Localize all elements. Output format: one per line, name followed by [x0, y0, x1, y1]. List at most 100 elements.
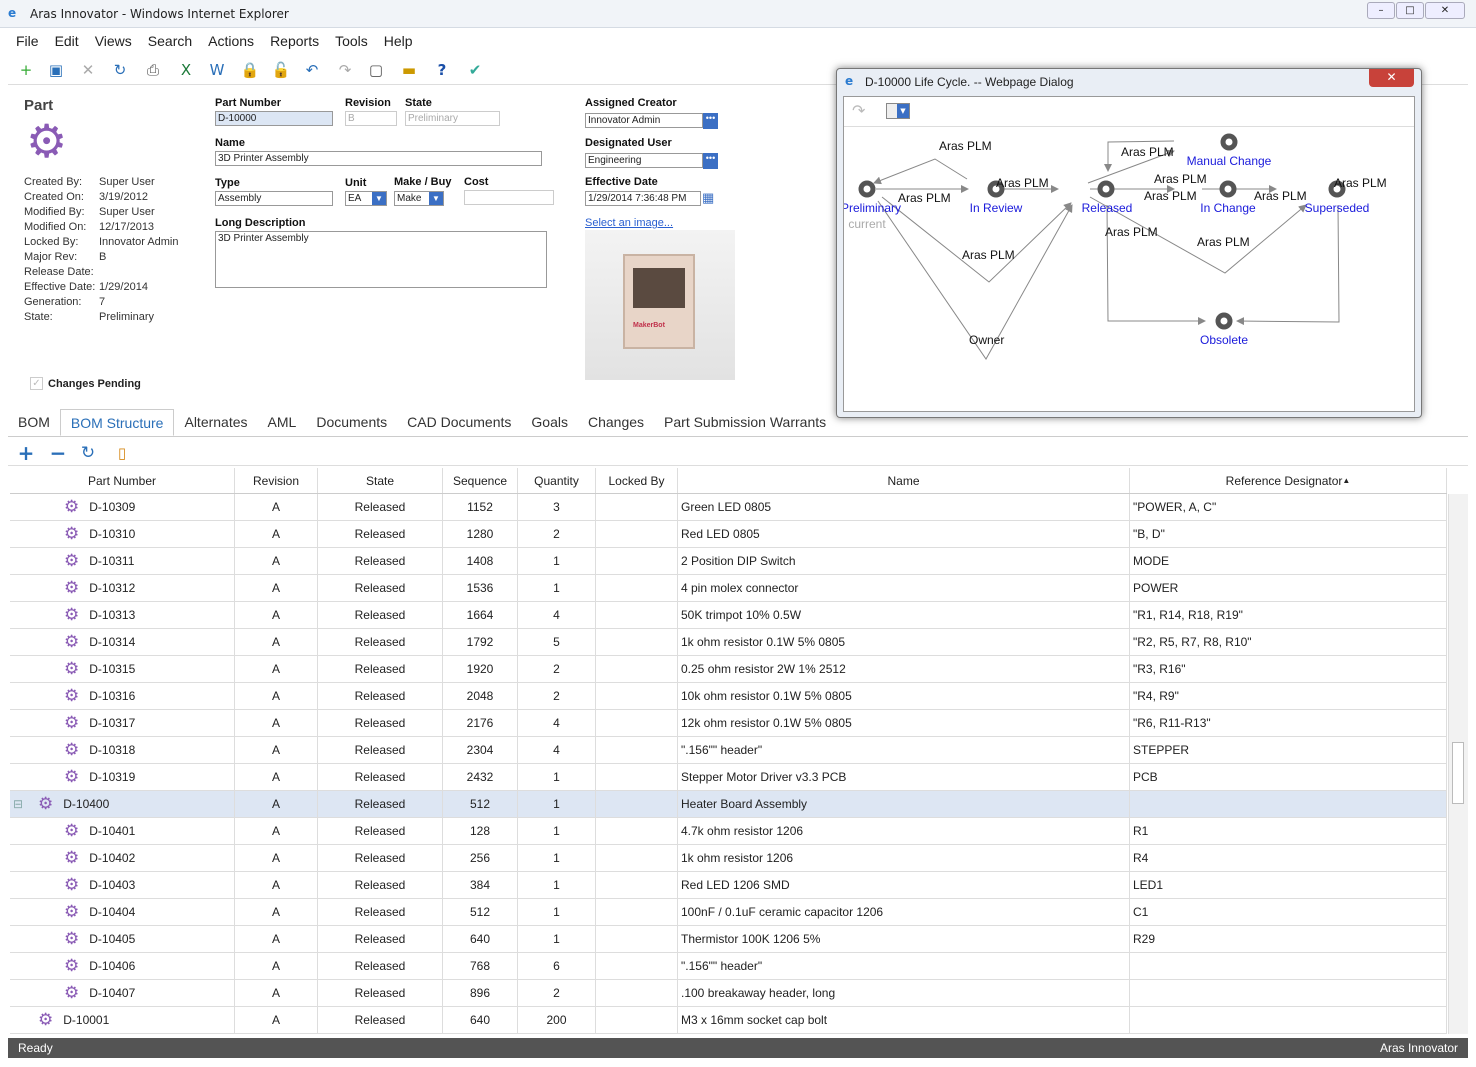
state-node-in-change[interactable]	[1219, 180, 1237, 198]
table-row[interactable]: ⚙ D-10404 A Released 512 1 100nF / 0.1uF ceram…	[10, 899, 1447, 926]
table-row[interactable]: ⚙ D-10313 A Released 1664 4 50K trimpot 10% 0.…	[10, 602, 1447, 629]
column-header-sequence[interactable]: Sequence	[443, 468, 518, 493]
unlock-icon[interactable]: 🔓	[271, 60, 291, 80]
grid-scrollbar[interactable]	[1448, 494, 1468, 1034]
table-row[interactable]: ⚙ D-10406 A Released 768 6 ".156"" header"	[10, 953, 1447, 980]
name-input[interactable]: 3D Printer Assembly	[215, 151, 542, 166]
table-row[interactable]: ⚙ D-10314 A Released 1792 5 1k ohm resistor 0.…	[10, 629, 1447, 656]
refresh-icon[interactable]: ↻	[110, 60, 130, 80]
done-icon[interactable]: ✔	[465, 60, 485, 80]
close-button[interactable]: ✕	[1425, 2, 1465, 19]
column-header-quantity[interactable]: Quantity	[518, 468, 596, 493]
tab-aml[interactable]: AML	[258, 409, 307, 436]
type-input[interactable]: Assembly	[215, 191, 333, 206]
table-row[interactable]: ⚙ D-10401 A Released 128 1 4.7k ohm resistor 1…	[10, 818, 1447, 845]
toggle-pane-icon[interactable]: ▬	[399, 60, 419, 80]
assigned-creator-input[interactable]: Innovator Admin	[585, 113, 703, 128]
table-row[interactable]: ⚙ D-10402 A Released 256 1 1k ohm resistor 120…	[10, 845, 1447, 872]
table-row[interactable]: ⚙ D-10319 A Released 2432 1 Stepper Motor Driv…	[10, 764, 1447, 791]
tab-bom[interactable]: BOM	[8, 409, 60, 436]
table-row[interactable]: ⚙ D-10403 A Released 384 1 Red LED 1206 SMD LED…	[10, 872, 1447, 899]
column-header-locked-by[interactable]: Locked By	[596, 468, 678, 493]
undo-icon[interactable]: ↶	[302, 60, 322, 80]
scrollbar-thumb[interactable]	[1452, 742, 1464, 804]
designated-user-input[interactable]: Engineering	[585, 153, 703, 168]
menu-actions[interactable]: Actions	[200, 30, 262, 54]
table-row[interactable]: ⚙ D-10309 A Released 1152 3 Green LED 0805 "POW…	[10, 494, 1447, 521]
long-description-textarea[interactable]: 3D Printer Assembly	[215, 231, 547, 288]
menu-file[interactable]: File	[8, 30, 47, 54]
menu-help[interactable]: Help	[376, 30, 421, 54]
state-node-obsolete[interactable]	[1215, 312, 1233, 330]
pick-item-icon[interactable]: ▯	[112, 443, 132, 463]
menu-edit[interactable]: Edit	[47, 30, 87, 54]
table-row[interactable]: ⚙ D-10310 A Released 1280 2 Red LED 0805 "B, D"	[10, 521, 1447, 548]
state-label-superseded[interactable]: Superseded	[1305, 201, 1370, 215]
table-row[interactable]: ⚙ D-10317 A Released 2176 4 12k ohm resistor 0…	[10, 710, 1447, 737]
tab-documents[interactable]: Documents	[306, 409, 397, 436]
menu-tools[interactable]: Tools	[327, 30, 376, 54]
state-node-released[interactable]	[1097, 180, 1115, 198]
cost-input[interactable]	[464, 190, 554, 205]
tab-cad-documents[interactable]: CAD Documents	[397, 409, 521, 436]
table-row[interactable]: ⚙ D-10405 A Released 640 1 Thermistor 100K 120…	[10, 926, 1447, 953]
tab-changes[interactable]: Changes	[578, 409, 654, 436]
minimize-button[interactable]: –	[1367, 2, 1395, 19]
word-icon[interactable]: W	[207, 60, 227, 80]
state-label-released[interactable]: Released	[1082, 201, 1133, 215]
table-row[interactable]: ⊟ ⚙ D-10400 A Released 512 1 Heater Board Assem…	[10, 791, 1447, 818]
tab-goals[interactable]: Goals	[521, 409, 578, 436]
changes-pending-checkbox[interactable]: ✓	[30, 377, 43, 390]
state-label-preliminary[interactable]: Preliminary	[844, 201, 901, 215]
tab-bom-structure[interactable]: BOM Structure	[59, 409, 175, 436]
menu-search[interactable]: Search	[140, 30, 200, 54]
state-label-manual-change[interactable]: Manual Change	[1187, 154, 1272, 168]
dialog-close-button[interactable]: ✕	[1369, 69, 1414, 87]
table-row[interactable]: ⚙ D-10316 A Released 2048 2 10k ohm resistor 0…	[10, 683, 1447, 710]
lock-icon[interactable]: 🔒	[240, 60, 260, 80]
print-icon[interactable]: ⎙	[143, 60, 163, 80]
refresh-grid-icon[interactable]: ↻	[78, 443, 98, 463]
tab-part-submission-warrants[interactable]: Part Submission Warrants	[654, 409, 836, 436]
unit-select[interactable]: EA ▼	[345, 191, 387, 206]
state-node-preliminary[interactable]	[858, 180, 876, 198]
add-row-icon[interactable]: +	[16, 443, 36, 463]
effective-date-input[interactable]: 1/29/2014 7:36:48 PM	[585, 191, 701, 206]
cell-state: Released	[318, 953, 443, 979]
column-header-state[interactable]: State	[318, 468, 443, 493]
table-row[interactable]: ⚙ D-10001 A Released 640 200 M3 x 16mm socket …	[10, 1007, 1447, 1034]
state-node-manual-change[interactable]	[1220, 133, 1238, 151]
cell-locked	[596, 1007, 678, 1033]
excel-icon[interactable]: X	[176, 60, 196, 80]
make-buy-select[interactable]: Make ▼	[394, 191, 444, 206]
assigned-creator-picker-button[interactable]: •••	[703, 113, 718, 129]
state-label-obsolete[interactable]: Obsolete	[1200, 333, 1248, 347]
column-header-reference-designator[interactable]: Reference Designator ▲	[1130, 468, 1447, 493]
table-row[interactable]: ⚙ D-10312 A Released 1536 1 4 pin molex connec…	[10, 575, 1447, 602]
menu-views[interactable]: Views	[87, 30, 140, 54]
version-icon[interactable]: ▢	[366, 60, 386, 80]
table-row[interactable]: ⚙ D-10311 A Released 1408 1 2 Position DIP Swi…	[10, 548, 1447, 575]
part-number-input[interactable]: D-10000	[215, 111, 333, 126]
column-header-revision[interactable]: Revision	[235, 468, 318, 493]
table-row[interactable]: ⚙ D-10407 A Released 896 2 .100 breakaway head…	[10, 980, 1447, 1007]
calendar-icon[interactable]: ▦	[702, 191, 717, 206]
designated-user-picker-button[interactable]: •••	[703, 153, 718, 169]
column-header-part-number[interactable]: Part Number	[10, 468, 235, 493]
table-row[interactable]: ⚙ D-10318 A Released 2304 4 ".156"" header" STE…	[10, 737, 1447, 764]
help-icon[interactable]: ?	[432, 60, 452, 80]
tab-alternates[interactable]: Alternates	[174, 409, 257, 436]
delete-icon[interactable]: ✕	[78, 60, 98, 80]
menu-reports[interactable]: Reports	[262, 30, 327, 54]
table-row[interactable]: ⚙ D-10315 A Released 1920 2 0.25 ohm resistor …	[10, 656, 1447, 683]
state-label-in-change[interactable]: In Change	[1200, 201, 1256, 215]
save-icon[interactable]: ▣	[46, 60, 66, 80]
new-icon[interactable]: +	[16, 60, 36, 80]
maximize-button[interactable]: □	[1396, 2, 1424, 19]
select-image-link[interactable]: Select an image...	[585, 217, 673, 229]
promote-icon[interactable]: ↷	[335, 60, 355, 80]
state-label-in-review[interactable]: In Review	[970, 201, 1023, 215]
column-header-name[interactable]: Name	[678, 468, 1130, 493]
remove-row-icon[interactable]: −	[48, 443, 68, 463]
collapse-toggle-icon[interactable]: ⊟	[13, 797, 23, 811]
